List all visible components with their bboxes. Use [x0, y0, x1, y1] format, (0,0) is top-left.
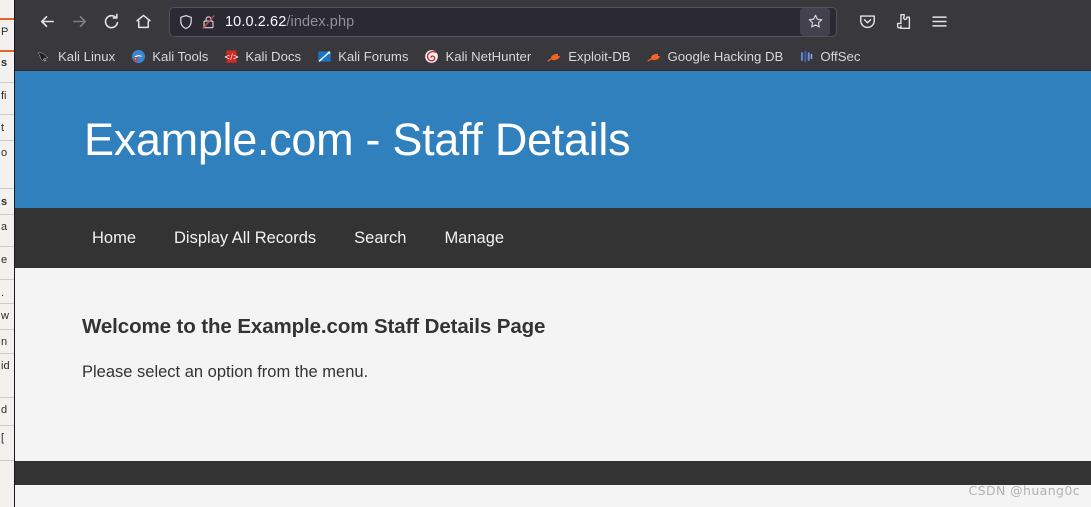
url-host: 10.0.2.62	[225, 13, 287, 30]
pocket-button[interactable]	[851, 6, 883, 38]
url-path: /index.php	[286, 13, 355, 30]
nav-item-manage[interactable]: Manage	[444, 229, 504, 248]
offsec-icon	[801, 50, 813, 63]
browser-toolbar: 10.0.2.62/index.php	[15, 0, 1091, 43]
page-bottom-area	[15, 485, 1091, 507]
site-header: Example.com - Staff Details	[15, 71, 1091, 208]
bookmark-label: Kali NetHunter	[445, 49, 532, 64]
welcome-paragraph: Please select an option from the menu.	[82, 363, 369, 381]
lock-crossed-icon[interactable]	[201, 14, 216, 30]
bookmark-label: Google Hacking DB	[667, 49, 784, 64]
bookmark-label: Kali Tools	[152, 49, 209, 64]
bg-text-fragment: id	[1, 360, 10, 372]
kali-dragon-icon	[38, 52, 49, 62]
extensions-button[interactable]	[887, 6, 919, 38]
kali-tools-icon	[132, 49, 146, 64]
exploit-db-icon	[547, 53, 561, 62]
nav-item-home[interactable]: Home	[92, 229, 136, 248]
browser-window: 10.0.2.62/index.php Kali Linux Kali Tool…	[14, 0, 1091, 507]
bookmark-label: Exploit-DB	[568, 49, 631, 64]
kali-docs-icon: </>	[224, 50, 239, 63]
bg-text-fragment: P	[1, 26, 9, 38]
star-icon	[808, 14, 822, 28]
svg-text:</>: </>	[224, 52, 239, 61]
bookmark-google-hacking-db[interactable]: Google Hacking DB	[639, 46, 792, 68]
bookmark-offsec[interactable]: OffSec	[791, 46, 868, 68]
hamburger-menu-icon	[931, 16, 947, 27]
bookmark-kali-docs[interactable]: </> Kali Docs	[216, 46, 309, 68]
csdn-watermark: CSDN @huang0c	[968, 483, 1080, 498]
reload-button[interactable]	[95, 6, 127, 38]
bookmark-exploit-db[interactable]: Exploit-DB	[539, 46, 638, 68]
bookmark-kali-forums[interactable]: Kali Forums	[309, 46, 416, 68]
site-navigation: Home Display All Records Search Manage	[15, 208, 1091, 268]
bg-text-fragment: a	[1, 221, 8, 233]
app-menu-button[interactable]	[923, 6, 955, 38]
bookmarks-toolbar: Kali Linux Kali Tools </> Kali Docs Kali…	[15, 43, 1091, 71]
bg-text-fragment: s	[1, 196, 8, 208]
nav-item-search[interactable]: Search	[354, 229, 406, 248]
bg-text-fragment: .	[1, 287, 5, 299]
bg-text-fragment: s	[1, 57, 8, 69]
bookmark-label: Kali Docs	[245, 49, 302, 64]
nav-item-display-all-records[interactable]: Display All Records	[174, 229, 316, 248]
google-hacking-db-icon	[646, 53, 660, 62]
bookmark-label: OffSec	[820, 49, 861, 64]
pocket-icon	[859, 15, 875, 29]
forward-arrow-icon	[72, 15, 86, 28]
bg-text-fragment: [	[1, 432, 5, 444]
bg-text-fragment: o	[1, 147, 8, 159]
bg-text-fragment: w	[1, 310, 9, 322]
bookmark-label: Kali Forums	[338, 49, 409, 64]
bookmark-kali-linux[interactable]: Kali Linux	[29, 46, 123, 68]
page-title: Example.com - Staff Details	[84, 114, 631, 165]
kali-forums-icon	[318, 51, 331, 62]
extensions-puzzle-icon	[896, 13, 910, 30]
bookmark-star-button[interactable]	[800, 7, 830, 36]
site-footer	[15, 461, 1091, 485]
bookmark-label: Kali Linux	[58, 49, 116, 64]
bg-text-fragment: e	[1, 254, 8, 266]
bookmark-kali-tools[interactable]: Kali Tools	[123, 46, 216, 68]
bg-text-fragment: fi	[1, 90, 7, 102]
bg-text-fragment: t	[1, 122, 5, 134]
forward-button[interactable]	[63, 6, 95, 38]
address-bar[interactable]: 10.0.2.62/index.php	[169, 6, 837, 37]
back-button[interactable]	[31, 6, 63, 38]
bookmark-kali-nethunter[interactable]: Kali NetHunter	[416, 46, 539, 68]
kali-nethunter-icon	[425, 50, 439, 63]
bg-text-fragment: n	[1, 336, 8, 348]
page-viewport: Example.com - Staff Details Home Display…	[15, 71, 1091, 507]
welcome-heading: Welcome to the Example.com Staff Details…	[82, 315, 546, 338]
reload-icon	[104, 13, 118, 29]
main-content: Welcome to the Example.com Staff Details…	[15, 268, 1091, 461]
bg-text-fragment: d	[1, 404, 8, 416]
home-icon	[135, 14, 151, 29]
home-button[interactable]	[127, 6, 159, 38]
shield-icon[interactable]	[178, 14, 194, 30]
back-arrow-icon	[40, 15, 54, 28]
url-text[interactable]: 10.0.2.62/index.php	[225, 14, 798, 30]
toolbar-right-group	[851, 6, 959, 38]
